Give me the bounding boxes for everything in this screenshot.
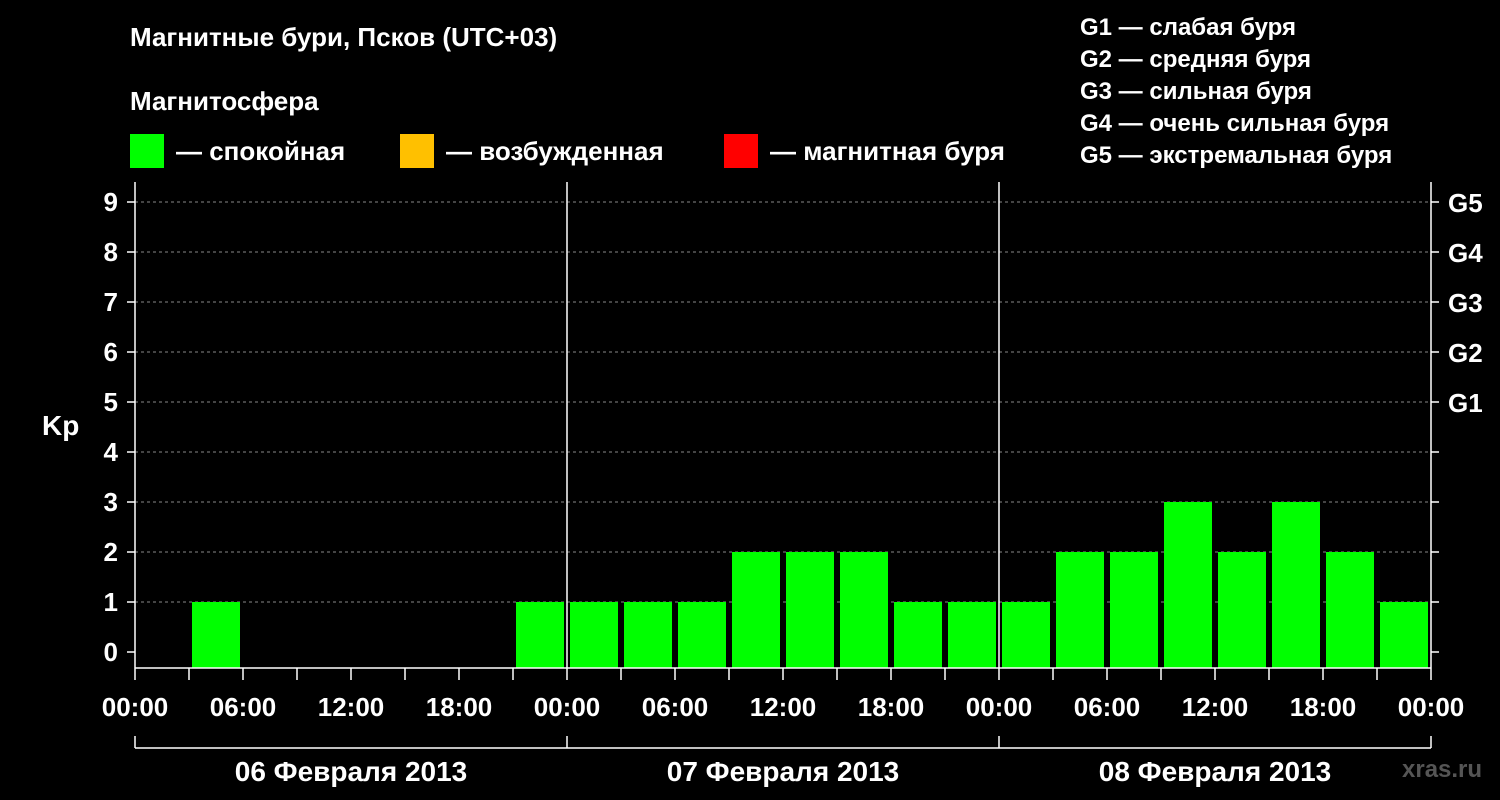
kp-bar (894, 602, 942, 668)
x-tick-label: 00:00 (102, 692, 169, 722)
x-tick-label: 18:00 (1290, 692, 1357, 722)
x-tick-label: 06:00 (1074, 692, 1141, 722)
kp-bar (786, 552, 834, 668)
y-tick-label: 6 (104, 337, 118, 367)
y-tick-label: 2 (104, 537, 118, 567)
y-tick-label: 4 (104, 437, 119, 467)
y-tick-label: 1 (104, 587, 118, 617)
kp-bar (948, 602, 996, 668)
y-tick-label: 9 (104, 187, 118, 217)
x-tick-label: 00:00 (534, 692, 601, 722)
x-tick-label: 18:00 (426, 692, 493, 722)
x-tick-label: 06:00 (642, 692, 709, 722)
kp-bar (678, 602, 726, 668)
g-level-label: G1 (1448, 388, 1483, 418)
g-level-label: G3 (1448, 288, 1483, 318)
x-tick-label: 06:00 (210, 692, 277, 722)
x-tick-label: 00:00 (966, 692, 1033, 722)
day-label: 06 Февраля 2013 (235, 756, 467, 787)
g-level-label: G5 (1448, 188, 1483, 218)
kp-bar (624, 602, 672, 668)
x-tick-label: 12:00 (1182, 692, 1249, 722)
g-level-label: G4 (1448, 238, 1483, 268)
day-label: 07 Февраля 2013 (667, 756, 899, 787)
y-tick-label: 3 (104, 487, 118, 517)
y-tick-label: 7 (104, 287, 118, 317)
kp-bar (570, 602, 618, 668)
y-tick-label: 8 (104, 237, 118, 267)
kp-bar (1326, 552, 1374, 668)
watermark: xras.ru (1402, 756, 1483, 783)
kp-bar (1218, 552, 1266, 668)
kp-bar (1056, 552, 1104, 668)
kp-bar (840, 552, 888, 668)
kp-bar-chart: 0 1 2 3 4 5 6 7 8 9 G1 G2 G3 G4 G5 00:00 06:00 12:00 18:00… (102, 182, 1483, 787)
x-tick-label: 12:00 (750, 692, 817, 722)
x-tick-label: 18:00 (858, 692, 925, 722)
x-tick-label: 12:00 (318, 692, 385, 722)
kp-bar (1380, 602, 1428, 668)
kp-bar (1272, 502, 1320, 668)
kp-bar (1164, 502, 1212, 668)
x-tick-label: 00:00 (1398, 692, 1465, 722)
kp-bar (1002, 602, 1050, 668)
kp-bar (732, 552, 780, 668)
y-tick-label: 5 (104, 387, 118, 417)
g-level-label: G2 (1448, 338, 1483, 368)
day-label: 08 Февраля 2013 (1099, 756, 1331, 787)
kp-bar (192, 602, 240, 668)
kp-bar (516, 602, 564, 668)
kp-bar (1110, 552, 1158, 668)
y-tick-label: 0 (104, 637, 118, 667)
